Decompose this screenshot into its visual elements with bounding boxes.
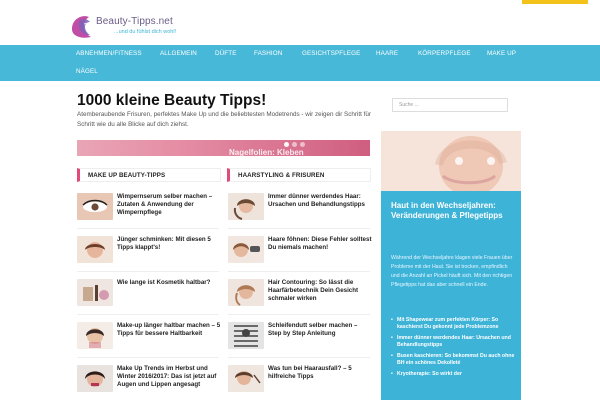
nav-item-allgemein[interactable]: ALLGEMEIN (160, 50, 197, 57)
top-bar (0, 0, 600, 8)
nav-item-abnehmen-fitness[interactable]: ABNEHMEN/FITNESS (76, 50, 142, 57)
main-content: 1000 kleine Beauty Tipps! Atemberaubende… (0, 81, 600, 400)
hero-caption[interactable]: Nagelfolien: Kleben (229, 148, 304, 156)
divider (77, 271, 219, 272)
post-title[interactable]: Wie lange ist Kosmetik haltbar? (117, 279, 221, 287)
promo-link[interactable]: Mit Shapewear zum perfekten Körper: So k… (391, 317, 516, 331)
sidebar-feature-card[interactable]: Haut in den Wechseljahren: Veränderungen… (381, 191, 521, 400)
sidebar-feature-image[interactable] (381, 131, 521, 191)
nav-item-haare[interactable]: HAARE (376, 50, 398, 57)
nav-item-naegel[interactable]: NÄGEL (76, 68, 98, 75)
hairdryer-photo-icon (228, 236, 264, 263)
post-title[interactable]: Immer dünner werdendes Haar: Ursachen un… (268, 193, 372, 209)
post-thumbnail[interactable] (228, 279, 264, 306)
page-title: 1000 kleine Beauty Tipps! (77, 92, 267, 109)
post-item[interactable]: Jünger schminken: Mit diesen 5 Tipps kla… (77, 236, 219, 272)
divider (228, 271, 370, 272)
post-title[interactable]: Make Up Trends im Herbst und Winter 2016… (117, 365, 221, 389)
post-item[interactable]: Schleifendutt selber machen – Step by St… (228, 322, 370, 358)
divider (77, 314, 219, 315)
hair-contouring-photo-icon (228, 279, 264, 306)
site-header: Beauty-Tipps.net ...und du fühlst dich w… (0, 8, 600, 45)
promo-link[interactable]: Immer dünner werdendes Haar: Ursachen un… (391, 335, 516, 349)
divider (228, 357, 370, 358)
hairloss-photo-icon (228, 365, 264, 392)
site-name: Beauty-Tipps.net (96, 16, 173, 27)
divider (77, 357, 219, 358)
post-thumbnail[interactable] (228, 365, 264, 392)
site-tagline: ...und du fühlst dich wohl! (114, 29, 177, 35)
post-thumbnail[interactable] (77, 279, 113, 306)
nav-item-make-up[interactable]: MAKE UP (487, 50, 516, 57)
slider-dot[interactable] (300, 142, 305, 147)
portrait-photo-icon (77, 236, 113, 263)
nav-item-koerperpflege[interactable]: KÖRPERPFLEGE (418, 50, 471, 57)
post-title[interactable]: Haare föhnen: Diese Fehler solltest Du n… (268, 236, 372, 252)
divider (77, 228, 219, 229)
bun-tutorial-photo-icon (228, 322, 264, 349)
sidebar-search[interactable]: Suche ... (392, 98, 508, 112)
promo-text: Während der Wechseljahre klagen viele Fr… (391, 255, 513, 288)
post-thumbnail[interactable] (228, 236, 264, 263)
promo-title[interactable]: Haut in den Wechseljahren: Veränderungen… (391, 201, 511, 221)
main-navigation: ABNEHMEN/FITNESS ALLGEMEIN DÜFTE FASHION… (0, 45, 600, 81)
section-makeup-header: MAKE UP BEAUTY-TIPPS (77, 168, 221, 182)
post-title[interactable]: Hair Contouring: So lässt die Haarfärbet… (268, 279, 372, 303)
nav-item-duefte[interactable]: DÜFTE (215, 50, 237, 57)
site-logo[interactable]: Beauty-Tipps.net ...und du fühlst dich w… (68, 10, 218, 44)
model-portrait-icon (77, 365, 113, 392)
promo-link[interactable]: Busen kaschieren: So bekommst Du auch oh… (391, 353, 516, 367)
post-thumbnail[interactable] (77, 365, 113, 392)
section-title: MAKE UP BEAUTY-TIPPS (88, 172, 166, 179)
post-item[interactable]: Make-up länger haltbar machen – 5 Tipps … (77, 322, 221, 358)
post-item[interactable]: Was tun bei Haarausfall? – 5 hilfreiche … (228, 365, 370, 401)
post-title[interactable]: Wimpernserum selber machen – Zutaten & A… (117, 193, 221, 217)
search-placeholder: Suche ... (399, 102, 419, 108)
post-title[interactable]: Was tun bei Haarausfall? – 5 hilfreiche … (268, 365, 372, 381)
woman-portrait-icon (77, 322, 113, 349)
nav-item-gesichtspflege[interactable]: GESICHTSPFLEGE (302, 50, 360, 57)
post-thumbnail[interactable] (228, 193, 264, 220)
post-thumbnail[interactable] (77, 193, 113, 220)
post-item[interactable]: Haare föhnen: Diese Fehler solltest Du n… (228, 236, 372, 272)
nav-item-fashion[interactable]: FASHION (254, 50, 282, 57)
post-thumbnail[interactable] (77, 236, 113, 263)
promo-links: Mit Shapewear zum perfekten Körper: So k… (391, 317, 516, 382)
post-item[interactable]: Wimpernserum selber machen – Zutaten & A… (77, 193, 219, 229)
top-action-button[interactable] (522, 0, 588, 4)
post-item[interactable]: Hair Contouring: So lässt die Haarfärbet… (228, 279, 370, 315)
page-intro: Atemberaubende Frisuren, perfektes Make … (77, 111, 372, 128)
eye-photo-icon (77, 193, 113, 220)
skin-care-photo-icon (381, 131, 521, 191)
makeup-products-icon (77, 279, 113, 306)
post-item[interactable]: Wie lange ist Kosmetik haltbar? (77, 279, 219, 315)
promo-link[interactable]: Kryotherapie: So wirkt der (391, 371, 516, 378)
post-thumbnail[interactable] (77, 322, 113, 349)
hair-photo-icon (228, 193, 264, 220)
logo-face-icon (72, 16, 91, 38)
post-item[interactable]: Immer dünner werdendes Haar: Ursachen un… (228, 193, 370, 229)
post-title[interactable]: Jünger schminken: Mit diesen 5 Tipps kla… (117, 236, 221, 252)
hero-slider[interactable]: Nagelfolien: Kleben (77, 140, 370, 156)
divider (228, 228, 370, 229)
slider-dot[interactable] (292, 142, 297, 147)
post-thumbnail[interactable] (228, 322, 264, 349)
divider (228, 314, 370, 315)
post-title[interactable]: Make-up länger haltbar machen – 5 Tipps … (117, 322, 221, 338)
slider-dot[interactable] (284, 142, 289, 147)
section-title: HAARSTYLING & FRISUREN (238, 172, 325, 179)
post-item[interactable]: Make Up Trends im Herbst und Winter 2016… (77, 365, 219, 401)
post-title[interactable]: Schleifendutt selber machen – Step by St… (268, 322, 372, 338)
section-haarstyling-header: HAARSTYLING & FRISUREN (227, 168, 371, 182)
